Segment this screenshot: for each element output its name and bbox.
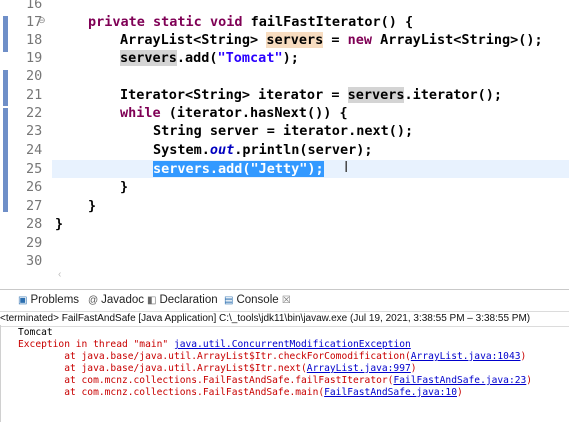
close-tab-icon[interactable]: ☒: [282, 295, 291, 306]
horizontal-scrollbar[interactable]: ‹: [52, 269, 569, 282]
occurrence-highlight: servers: [347, 87, 405, 103]
console-left-border: [0, 325, 1, 422]
text-cursor-icon: I: [344, 158, 349, 176]
stack-trace-line: at java.base/java.util.ArrayList$Itr.nex…: [18, 363, 417, 374]
occurrence-highlight: servers: [266, 32, 324, 48]
line-number: 20: [26, 68, 43, 84]
source-link[interactable]: FailFastAndSafe.java:23: [393, 375, 526, 386]
stack-trace-line: at com.mcnz.collections.FailFastAndSafe.…: [18, 375, 533, 386]
line-number-gutter: 16 17 18 19 20 21 22 23 24 25 26 27 28 2…: [12, 0, 52, 282]
line-number: 23: [26, 123, 43, 139]
line-number: 27: [26, 198, 43, 214]
console-status: <terminated> FailFastAndSafe [Java Appli…: [0, 311, 569, 327]
code-line[interactable]: }: [55, 215, 63, 233]
code-editor[interactable]: 16 17 18 19 20 21 22 23 24 25 26 27 28 2…: [0, 0, 569, 282]
line-number: 29: [26, 235, 43, 251]
console-icon: ▤: [224, 295, 234, 306]
code-line[interactable]: private static void failFastIterator() {: [88, 13, 413, 31]
tab-problems[interactable]: ▣ Problems: [18, 291, 79, 309]
source-link[interactable]: FailFastAndSafe.java:10: [324, 387, 457, 398]
console-exception-line: Exception in thread "main" java.util.Con…: [18, 339, 411, 350]
occurrence-highlight: servers: [120, 50, 177, 66]
overview-ruler: [0, 0, 12, 282]
code-line[interactable]: String server = iterator.next();: [153, 122, 413, 140]
code-line[interactable]: }: [120, 178, 128, 196]
exception-link[interactable]: java.util.ConcurrentModificationExceptio…: [174, 339, 411, 350]
problems-icon: ▣: [18, 295, 28, 306]
line-number: 24: [26, 142, 43, 158]
fold-toggle-icon[interactable]: ⊖: [38, 16, 46, 26]
source-link[interactable]: ArrayList.java:997: [307, 363, 411, 374]
scroll-left-icon[interactable]: ‹: [58, 269, 61, 280]
change-marker: [3, 108, 8, 212]
line-number: 18: [26, 32, 43, 48]
selected-code-line[interactable]: servers.add("Jetty");: [153, 160, 324, 178]
console-output-line: Tomcat: [18, 327, 53, 338]
code-line[interactable]: Iterator<String> iterator = servers.iter…: [120, 86, 502, 104]
tab-console[interactable]: ▤ Console ☒: [224, 291, 291, 309]
change-marker: [3, 70, 8, 106]
javadoc-icon: @: [88, 295, 99, 306]
code-line[interactable]: }: [88, 197, 96, 215]
bottom-panel: ▣ Problems @ Javadoc ◧ Declaration ▤ Console…: [0, 289, 569, 422]
line-number: 19: [26, 50, 43, 66]
declaration-icon: ◧: [147, 295, 157, 306]
code-line[interactable]: ArrayList<String> servers = new ArrayLis…: [120, 31, 543, 49]
line-number: 30: [26, 253, 43, 269]
change-marker: [3, 16, 8, 52]
code-line[interactable]: System.out.println(server);: [153, 141, 372, 159]
line-number: 26: [26, 179, 43, 195]
line-number: 16: [26, 0, 43, 12]
code-line[interactable]: servers.add("Tomcat");: [120, 49, 299, 67]
source-link[interactable]: ArrayList.java:1043: [411, 351, 521, 362]
code-line[interactable]: while (iterator.hasNext()) {: [120, 104, 348, 122]
line-number: 22: [26, 105, 43, 121]
stack-trace-line: at com.mcnz.collections.FailFastAndSafe.…: [18, 387, 463, 398]
line-number: 21: [26, 87, 43, 103]
tab-declaration[interactable]: ◧ Declaration: [147, 291, 218, 309]
panel-tab-bar: ▣ Problems @ Javadoc ◧ Declaration ▤ Console…: [0, 290, 569, 310]
text-selection: servers.add("Jetty");: [153, 161, 324, 177]
stack-trace-line: at java.base/java.util.ArrayList$Itr.che…: [18, 351, 527, 362]
tab-javadoc[interactable]: @ Javadoc: [88, 291, 144, 309]
